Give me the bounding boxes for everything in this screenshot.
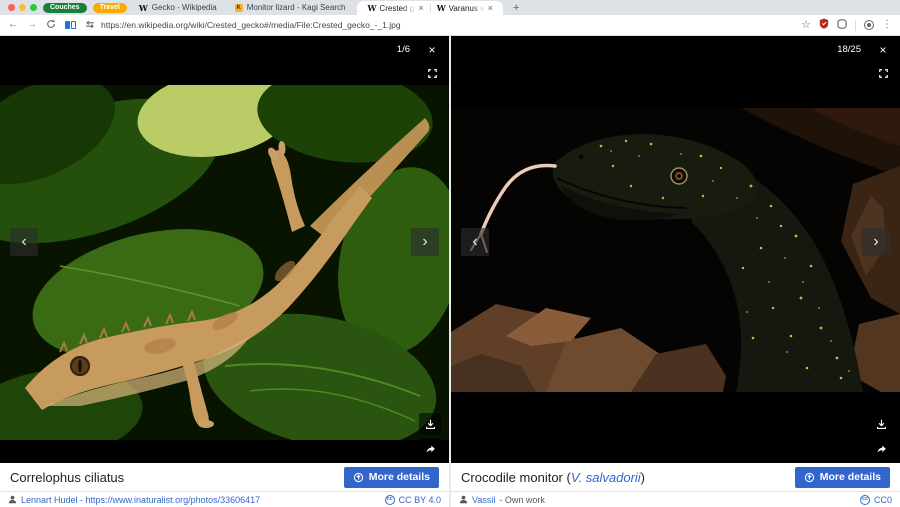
attribution-bar: Vassil - Own work cc CC0 bbox=[451, 491, 900, 507]
forward-icon[interactable]: → bbox=[27, 20, 37, 30]
split-content: 1/6 × ‹ › bbox=[0, 36, 900, 507]
crocodile-monitor-photo bbox=[451, 36, 900, 463]
image-viewer: 1/6 × ‹ › bbox=[0, 36, 449, 463]
tab-varanus-salvadorii[interactable]: W Varanus sa × bbox=[431, 3, 499, 13]
window-controls bbox=[8, 4, 37, 11]
split-view-icon[interactable] bbox=[65, 21, 76, 29]
title-text: Crocodile monitor ( bbox=[461, 470, 571, 485]
close-viewer-button[interactable]: × bbox=[423, 41, 441, 59]
tab-title: Gecko - Wikipedia bbox=[152, 3, 217, 12]
url-box: https://en.wikipedia.org/wiki/Crested_ge… bbox=[85, 16, 792, 34]
wikipedia-favicon: W bbox=[367, 3, 376, 13]
next-image-button[interactable]: › bbox=[862, 228, 890, 256]
reload-icon[interactable] bbox=[46, 19, 56, 32]
close-tab-icon[interactable]: × bbox=[418, 4, 423, 13]
kagi-favicon: K bbox=[235, 4, 243, 12]
close-window-button[interactable] bbox=[8, 4, 15, 11]
download-button[interactable] bbox=[419, 413, 441, 435]
more-details-label: More details bbox=[820, 471, 881, 483]
minimize-window-button[interactable] bbox=[19, 4, 26, 11]
url-bar[interactable]: https://en.wikipedia.org/wiki/Crested_ge… bbox=[101, 20, 401, 30]
more-details-button[interactable]: More details bbox=[795, 467, 890, 488]
commons-icon bbox=[804, 472, 815, 483]
menu-kebab-icon[interactable]: ⋮ bbox=[882, 20, 892, 30]
more-details-button[interactable]: More details bbox=[344, 467, 439, 488]
author-link[interactable]: Lennart Hudel - https://www.inaturalist.… bbox=[21, 495, 260, 505]
browser-window: Couches Travel W Gecko - Wikipedia K Mon… bbox=[0, 0, 900, 507]
profile-avatar[interactable] bbox=[864, 20, 874, 30]
bookmark-star-icon[interactable]: ☆ bbox=[801, 20, 811, 31]
active-split-tabs: W Crested ge × W Varanus sa × bbox=[357, 1, 503, 15]
next-image-button[interactable]: › bbox=[411, 228, 439, 256]
browser-toolbar: ← → https://en.wikipedia.org/wiki/Creste… bbox=[0, 15, 900, 36]
tab-group-couches[interactable]: Couches bbox=[43, 3, 87, 13]
zoom-window-button[interactable] bbox=[30, 4, 37, 11]
close-viewer-button[interactable]: × bbox=[874, 41, 892, 59]
crested-gecko-photo bbox=[0, 36, 449, 463]
back-icon[interactable]: ← bbox=[8, 20, 18, 30]
author-link[interactable]: Vassil bbox=[472, 495, 495, 505]
image-counter: 1/6 bbox=[392, 42, 415, 57]
toolbar-actions: ☆ ⋮ bbox=[801, 16, 892, 34]
author-icon bbox=[8, 495, 17, 504]
tab-gecko-wikipedia[interactable]: W Gecko - Wikipedia bbox=[133, 0, 223, 15]
author-icon bbox=[459, 495, 468, 504]
fullscreen-button[interactable] bbox=[874, 64, 892, 82]
cc-license-icon: cc bbox=[385, 495, 395, 505]
previous-image-button[interactable]: ‹ bbox=[10, 228, 38, 256]
title-text: Correlophus ciliatus bbox=[10, 470, 124, 485]
new-tab-button[interactable]: + bbox=[509, 2, 523, 14]
title-suffix: ) bbox=[641, 470, 645, 485]
image-viewer: 18/25 × ‹ › bbox=[451, 36, 900, 463]
share-button[interactable] bbox=[870, 438, 892, 460]
image-counter: 18/25 bbox=[832, 42, 866, 57]
image-title: Correlophus ciliatus bbox=[10, 470, 344, 485]
taxon-link[interactable]: V. salvadorii bbox=[571, 470, 641, 485]
license-link[interactable]: CC0 bbox=[874, 495, 892, 505]
previous-image-button[interactable]: ‹ bbox=[461, 228, 489, 256]
attribution-bar: Lennart Hudel - https://www.inaturalist.… bbox=[0, 491, 449, 507]
shield-extension-icon[interactable] bbox=[819, 16, 829, 34]
media-viewer-crested-gecko: 1/6 × ‹ › bbox=[0, 36, 449, 507]
tab-strip: Couches Travel W Gecko - Wikipedia K Mon… bbox=[0, 0, 900, 15]
tab-title: Varanus sa bbox=[449, 4, 485, 13]
tab-monitor-lizard-kagi[interactable]: K Monitor lizard - Kagi Search bbox=[229, 0, 352, 15]
license-link[interactable]: CC BY 4.0 bbox=[399, 495, 441, 505]
wikipedia-favicon: W bbox=[139, 3, 148, 13]
tab-title: Monitor lizard - Kagi Search bbox=[247, 3, 346, 12]
caption-bar: Correlophus ciliatus More details bbox=[0, 463, 449, 491]
author-suffix: - Own work bbox=[499, 495, 545, 505]
fullscreen-button[interactable] bbox=[423, 64, 441, 82]
commons-icon bbox=[353, 472, 364, 483]
wikipedia-favicon: W bbox=[437, 3, 446, 13]
download-button[interactable] bbox=[870, 413, 892, 435]
image-title: Crocodile monitor (V. salvadorii) bbox=[461, 470, 795, 485]
media-viewer-crocodile-monitor: 18/25 × ‹ › bbox=[451, 36, 900, 507]
more-details-label: More details bbox=[369, 471, 430, 483]
extensions-icon[interactable] bbox=[837, 16, 847, 34]
share-button[interactable] bbox=[419, 438, 441, 460]
cc-license-icon: cc bbox=[860, 495, 870, 505]
site-controls-icon[interactable] bbox=[85, 16, 95, 34]
tab-title: Crested ge bbox=[379, 4, 415, 13]
tab-group-travel[interactable]: Travel bbox=[93, 3, 127, 13]
toolbar-separator bbox=[855, 20, 856, 31]
caption-bar: Crocodile monitor (V. salvadorii) More d… bbox=[451, 463, 900, 491]
close-tab-icon[interactable]: × bbox=[488, 4, 493, 13]
tab-crested-gecko[interactable]: W Crested ge × bbox=[361, 3, 429, 13]
